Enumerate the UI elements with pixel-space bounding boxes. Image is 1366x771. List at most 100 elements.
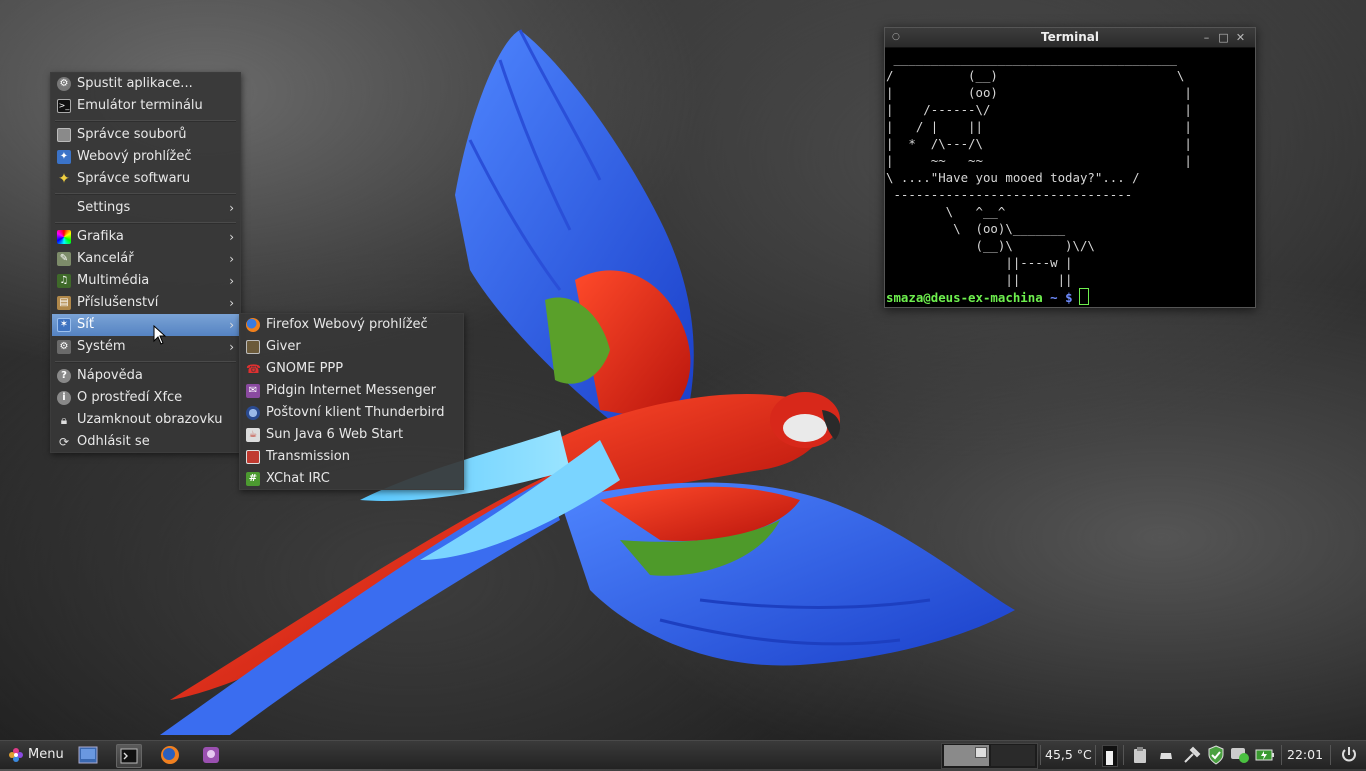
menu-separator xyxy=(55,193,236,195)
submenu-item-label: Sun Java 6 Web Start xyxy=(266,427,404,442)
menu-separator xyxy=(55,120,236,122)
cpu-graph[interactable] xyxy=(1102,745,1118,767)
submenu-item-transmission[interactable]: Transmission xyxy=(241,446,462,468)
firefox-icon xyxy=(246,318,260,332)
chevron-right-icon: › xyxy=(229,201,234,215)
terminal-titlebar[interactable]: ○ Terminal – □ ✕ xyxy=(885,28,1255,48)
submenu-item-label: Poštovní klient Thunderbird xyxy=(266,405,445,420)
menu-item-label: Emulátor terminálu xyxy=(77,98,203,113)
submenu-item-label: Giver xyxy=(266,339,301,354)
gear-icon: ⚙ xyxy=(57,77,71,91)
submenu-item-java-web-start[interactable]: ☕ Sun Java 6 Web Start xyxy=(241,424,462,446)
terminal-title: Terminal xyxy=(1040,30,1100,44)
network-icon: ✶ xyxy=(57,318,71,332)
menu-item-software-manager[interactable]: ✦ Správce softwaru xyxy=(52,168,239,190)
prompt-user: smaza@deus-ex-machina xyxy=(886,290,1043,305)
menu-item-web-browser[interactable]: ✦ Webový prohlížeč xyxy=(52,146,239,168)
terminal-window[interactable]: ○ Terminal – □ ✕ _________________________… xyxy=(884,27,1256,308)
menu-item-multimedia[interactable]: ♫ Multimédia › xyxy=(52,270,239,292)
workspace-switcher[interactable] xyxy=(941,743,1038,769)
chevron-right-icon: › xyxy=(229,296,234,310)
cpu-temperature: 45,5 °C xyxy=(1045,747,1092,762)
web-browser-icon: ✦ xyxy=(57,150,71,164)
window-menu-icon[interactable]: ○ xyxy=(892,28,900,47)
menu-item-accessories[interactable]: ▤ Příslušenství › xyxy=(52,292,239,314)
menu-separator xyxy=(55,361,236,363)
pidgin-icon: ✉ xyxy=(246,384,260,398)
menu-item-office[interactable]: ✎ Kancelář › xyxy=(52,248,239,270)
maximize-icon[interactable]: □ xyxy=(1215,28,1232,47)
terminal-icon: >_ xyxy=(57,99,71,113)
mouse-pointer-icon xyxy=(153,325,167,345)
launcher-terminal[interactable] xyxy=(116,744,142,768)
workspace-1[interactable] xyxy=(944,745,989,766)
show-desktop-icon xyxy=(78,746,98,764)
update-shield-icon[interactable] xyxy=(1207,745,1225,765)
power-icon[interactable] xyxy=(1340,746,1358,764)
submenu-item-label: GNOME PPP xyxy=(266,361,344,376)
clock[interactable]: 22:01 xyxy=(1287,741,1323,769)
menu-item-label: Kancelář xyxy=(77,251,134,266)
submenu-item-thunderbird[interactable]: Poštovní klient Thunderbird xyxy=(241,402,462,424)
submenu-item-label: Firefox Webový prohlížeč xyxy=(266,317,428,332)
menu-item-label: Příslušenství xyxy=(77,295,159,310)
clipboard-icon[interactable] xyxy=(1132,746,1148,764)
menu-item-label: Nápověda xyxy=(77,368,143,383)
close-icon[interactable]: ✕ xyxy=(1232,28,1249,47)
prompt-symbol: $ xyxy=(1065,290,1073,305)
drive-icon[interactable] xyxy=(1159,749,1173,761)
system-icon: ⚙ xyxy=(57,340,71,354)
file-manager-icon xyxy=(57,128,71,142)
launcher-desktop[interactable] xyxy=(76,744,100,766)
network-cable-icon[interactable] xyxy=(1183,746,1201,764)
xchat-icon: # xyxy=(246,472,260,486)
submenu-item-firefox[interactable]: Firefox Webový prohlížeč xyxy=(241,314,462,336)
menu-item-lock-screen[interactable]: 🔒︎ Uzamknout obrazovku xyxy=(52,409,239,431)
battery-icon[interactable] xyxy=(1255,748,1275,762)
tray-separator xyxy=(1095,745,1096,765)
phone-icon: ☎ xyxy=(246,362,261,376)
cowsay-output: ______________________________________ /… xyxy=(886,51,1192,287)
menu-item-graphics[interactable]: Grafika › xyxy=(52,226,239,248)
menu-item-label: Správce softwaru xyxy=(77,171,191,186)
menu-item-about-xfce[interactable]: i O prostředí Xfce xyxy=(52,387,239,409)
chevron-right-icon: › xyxy=(229,230,234,244)
lock-icon: 🔒︎ xyxy=(60,413,68,427)
menu-item-network[interactable]: ✶ Síť › xyxy=(52,314,239,336)
menu-item-file-manager[interactable]: Správce souborů xyxy=(52,124,239,146)
menu-item-label: Systém xyxy=(77,339,126,354)
menu-item-logout[interactable]: ⟳ Odhlásit se xyxy=(52,431,239,453)
launcher-firefox[interactable] xyxy=(158,744,182,766)
menu-item-terminal[interactable]: >_ Emulátor terminálu xyxy=(52,95,239,117)
terminal-icon xyxy=(120,748,138,764)
menu-item-label: Uzamknout obrazovku xyxy=(77,412,223,427)
submenu-item-xchat[interactable]: # XChat IRC xyxy=(241,468,462,490)
thunderbird-icon xyxy=(246,406,260,420)
menu-item-label: Spustit aplikace... xyxy=(77,76,193,91)
submenu-item-pidgin[interactable]: ✉ Pidgin Internet Messenger xyxy=(241,380,462,402)
menu-button-label: Menu xyxy=(28,747,64,762)
tray-separator xyxy=(1040,745,1041,765)
java-icon: ☕ xyxy=(246,428,260,442)
menu-item-label: Odhlásit se xyxy=(77,434,150,449)
terminal-cursor xyxy=(1078,288,1089,305)
submenu-item-gnome-ppp[interactable]: ☎ GNOME PPP xyxy=(241,358,462,380)
menu-item-system[interactable]: ⚙ Systém › xyxy=(52,336,239,358)
submenu-item-giver[interactable]: Giver xyxy=(241,336,462,358)
submenu-item-label: XChat IRC xyxy=(266,471,330,486)
launcher-pidgin[interactable] xyxy=(199,744,223,766)
chat-status-icon[interactable] xyxy=(1230,746,1250,764)
prompt-path: ~ xyxy=(1050,290,1058,305)
workspace-2[interactable] xyxy=(991,745,1035,766)
minimize-icon[interactable]: – xyxy=(1198,28,1215,47)
submenu-item-label: Pidgin Internet Messenger xyxy=(266,383,436,398)
menu-item-run-program[interactable]: ⚙ Spustit aplikace... xyxy=(52,73,239,95)
menu-item-settings[interactable]: Settings › xyxy=(52,197,239,219)
menu-button[interactable]: Menu xyxy=(6,741,72,769)
tray-separator xyxy=(1281,745,1282,765)
menu-item-help[interactable]: ? Nápověda xyxy=(52,365,239,387)
chevron-right-icon: › xyxy=(229,274,234,288)
menu-item-label: Síť xyxy=(77,317,94,332)
terminal-output[interactable]: ______________________________________ /… xyxy=(885,48,1255,306)
pidgin-icon xyxy=(203,747,219,763)
